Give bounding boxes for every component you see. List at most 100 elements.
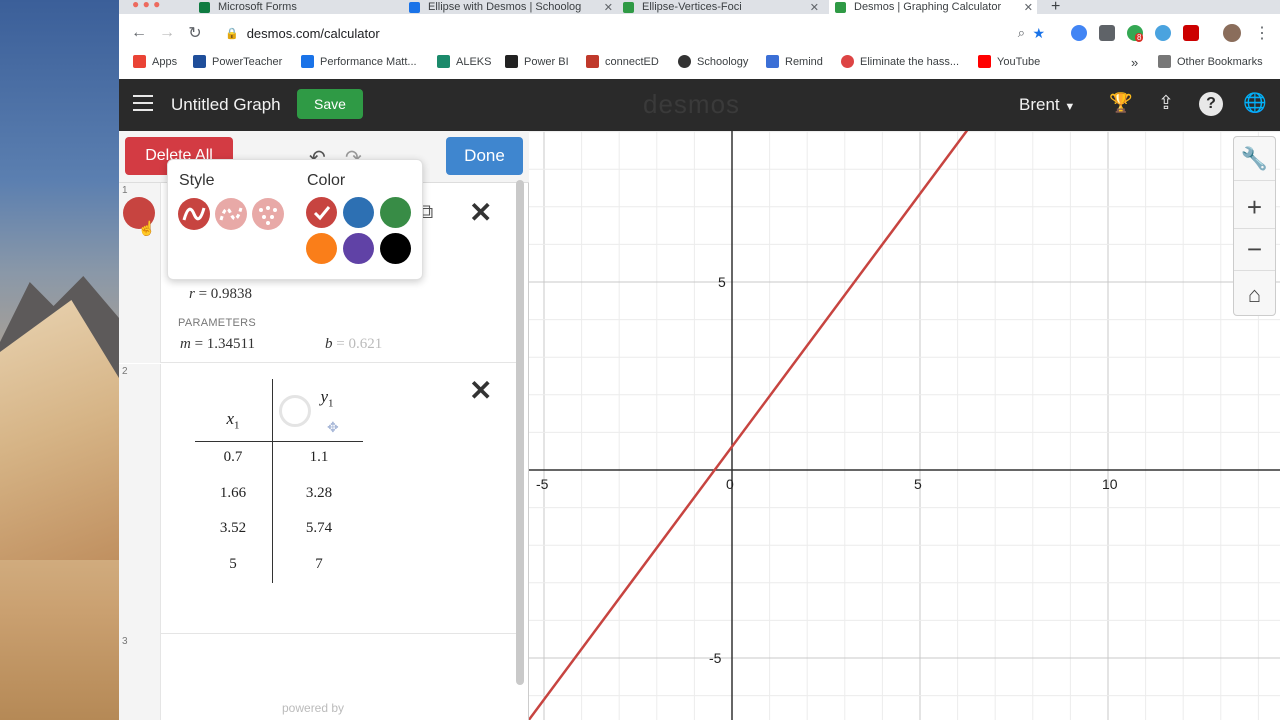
remind-icon bbox=[766, 55, 779, 68]
share-icon[interactable]: ⇪ bbox=[1154, 92, 1178, 116]
tab-ellipse-vertices[interactable]: Ellipse-Vertices-Foci ✕ bbox=[623, 0, 823, 14]
desktop-wallpaper bbox=[0, 0, 119, 720]
bookmark-star-icon[interactable]: ★ bbox=[1032, 25, 1045, 42]
tab-ellipse-schoology[interactable]: Ellipse with Desmos | Schoolog ✕ bbox=[409, 0, 617, 14]
column-header-y1[interactable]: y1 bbox=[287, 387, 367, 409]
chrome-extension-icon[interactable] bbox=[1071, 25, 1087, 41]
new-tab-button[interactable]: + bbox=[1051, 0, 1060, 14]
drag-handle-icon[interactable]: ✥ bbox=[327, 419, 339, 436]
table-cell-x[interactable]: 0.7 bbox=[195, 449, 271, 466]
graph-canvas[interactable]: -5 0 5 10 5 -5 bbox=[529, 131, 1280, 720]
color-swatch-green[interactable] bbox=[380, 197, 411, 228]
back-icon[interactable]: ← bbox=[128, 24, 150, 42]
bookmark-schoology[interactable]: Schoology bbox=[678, 55, 748, 68]
globe-icon[interactable]: 🌐 bbox=[1243, 92, 1267, 116]
bookmark-remind[interactable]: Remind bbox=[766, 55, 823, 68]
table-cell-x[interactable]: 3.52 bbox=[195, 520, 271, 537]
trophy-icon[interactable]: 🏆 bbox=[1109, 92, 1133, 116]
bookmark-eliminate[interactable]: Eliminate the hass... bbox=[841, 55, 959, 68]
delete-expression-icon[interactable]: ✕ bbox=[469, 199, 492, 227]
powerteacher-icon bbox=[193, 55, 206, 68]
grammarly-icon[interactable]: 8 bbox=[1127, 25, 1144, 42]
table-cell-x[interactable]: 1.66 bbox=[195, 485, 271, 502]
close-tab-icon[interactable]: ✕ bbox=[600, 1, 617, 14]
table-cell-y[interactable]: 3.28 bbox=[281, 485, 357, 502]
bookmark-performance-matters[interactable]: Performance Matt... bbox=[301, 55, 417, 68]
bookmark-other[interactable]: Other Bookmarks bbox=[1158, 55, 1263, 68]
y-tick-label: -5 bbox=[709, 650, 722, 666]
style-dotted-icon[interactable] bbox=[252, 198, 284, 230]
schoology-icon bbox=[409, 1, 420, 13]
zoom-in-icon[interactable]: + bbox=[1234, 185, 1275, 229]
wrench-icon[interactable]: 🔧 bbox=[1234, 137, 1275, 181]
zoom-out-icon[interactable]: − bbox=[1234, 227, 1275, 271]
b-value: b = 0.621 bbox=[325, 336, 382, 353]
bookmark-label: Performance Matt... bbox=[320, 55, 417, 68]
bookmark-label: Eliminate the hass... bbox=[860, 55, 960, 68]
apps-grid-icon bbox=[133, 55, 146, 68]
profile-avatar[interactable] bbox=[1223, 24, 1241, 42]
browser-chrome: ● ● ● Microsoft Forms Ellipse with Desmo… bbox=[119, 0, 1280, 79]
panel-scrollbar[interactable] bbox=[516, 180, 524, 685]
color-swatch-orange[interactable] bbox=[306, 233, 337, 264]
delete-table-icon[interactable]: ✕ bbox=[469, 377, 492, 405]
power-bi-icon bbox=[505, 55, 518, 68]
save-button[interactable]: Save bbox=[297, 89, 363, 119]
menu-icon[interactable]: ⋮ bbox=[1254, 23, 1270, 43]
expression-row-3[interactable]: 3 bbox=[119, 634, 519, 720]
bookmark-power-bi[interactable]: Power BI bbox=[505, 55, 569, 68]
table-cell-y[interactable]: 5.74 bbox=[281, 520, 357, 537]
tab-microsoft-forms[interactable]: Microsoft Forms bbox=[199, 0, 399, 14]
bookmark-powerteacher[interactable]: PowerTeacher bbox=[193, 55, 282, 68]
url-bar[interactable]: 🔒 desmos.com/calculator ⌕ ★ bbox=[215, 19, 1051, 47]
table-cell-y[interactable]: 1.1 bbox=[281, 449, 357, 466]
graph-paper[interactable]: -5 0 5 10 5 -5 bbox=[529, 131, 1280, 720]
bookmark-youtube[interactable]: YouTube bbox=[978, 55, 1040, 68]
window-controls[interactable]: ● ● ● bbox=[132, 0, 160, 11]
bookmark-apps[interactable]: Apps bbox=[133, 55, 177, 68]
table-cell-x[interactable]: 5 bbox=[195, 556, 271, 573]
graph-title[interactable]: Untitled Graph bbox=[171, 95, 281, 115]
bookmark-label: connectED bbox=[605, 55, 659, 68]
column-y-label: y bbox=[320, 387, 329, 406]
more-bookmarks-icon[interactable]: » bbox=[1131, 55, 1138, 70]
more-bookmarks-label: » bbox=[1131, 55, 1139, 70]
home-icon[interactable]: ⌂ bbox=[1234, 273, 1275, 317]
performance-matters-icon bbox=[301, 55, 314, 68]
r-label: r bbox=[189, 286, 195, 302]
help-icon[interactable]: ? bbox=[1199, 92, 1223, 116]
user-menu[interactable]: Brent ▼ bbox=[1019, 95, 1075, 115]
bookmark-aleks[interactable]: ALEKS bbox=[437, 55, 491, 68]
x-tick-label: 5 bbox=[914, 476, 922, 492]
tab-desmos-calculator[interactable]: Desmos | Graphing Calculator ✕ bbox=[829, 0, 1037, 14]
color-swatch-red[interactable] bbox=[306, 197, 337, 228]
style-dashed-icon[interactable] bbox=[215, 198, 247, 230]
done-button[interactable]: Done bbox=[446, 137, 523, 175]
regression-line bbox=[529, 131, 969, 720]
screencast-icon[interactable] bbox=[1183, 25, 1199, 41]
style-solid-icon[interactable] bbox=[178, 198, 210, 230]
close-tab-icon[interactable]: ✕ bbox=[806, 1, 823, 14]
bookmark-connected[interactable]: connectED bbox=[586, 55, 659, 68]
forward-icon[interactable]: → bbox=[156, 24, 178, 42]
desmos-header: Untitled Graph Save desmos Brent ▼ 🏆 ⇪ ?… bbox=[119, 79, 1280, 131]
tab-bar: ● ● ● Microsoft Forms Ellipse with Desmo… bbox=[119, 0, 1280, 14]
drive-icon[interactable] bbox=[1099, 25, 1115, 41]
cloud-icon[interactable] bbox=[1155, 25, 1171, 41]
reload-icon[interactable]: ↻ bbox=[184, 23, 206, 43]
zoom-icon[interactable]: ⌕ bbox=[1018, 25, 1025, 41]
color-swatch-blue[interactable] bbox=[343, 197, 374, 228]
expression-gutter: 3 bbox=[119, 634, 161, 720]
column-header-x1[interactable]: x1 bbox=[195, 409, 271, 431]
chevron-down-icon: ▼ bbox=[1064, 101, 1076, 113]
hamburger-menu-icon[interactable] bbox=[133, 95, 153, 113]
apple-icon bbox=[841, 55, 854, 68]
line-number: 3 bbox=[122, 636, 128, 647]
color-swatch-black[interactable] bbox=[380, 233, 411, 264]
bookmark-label: Schoology bbox=[697, 55, 749, 68]
color-swatch-purple[interactable] bbox=[343, 233, 374, 264]
close-tab-icon[interactable]: ✕ bbox=[1020, 1, 1037, 14]
b-number: = 0.621 bbox=[336, 336, 383, 352]
table-cell-y[interactable]: 7 bbox=[281, 556, 357, 573]
address-bar-row: ← → ↻ 🔒 desmos.com/calculator ⌕ ★ 8 ⋮ bbox=[119, 14, 1280, 52]
